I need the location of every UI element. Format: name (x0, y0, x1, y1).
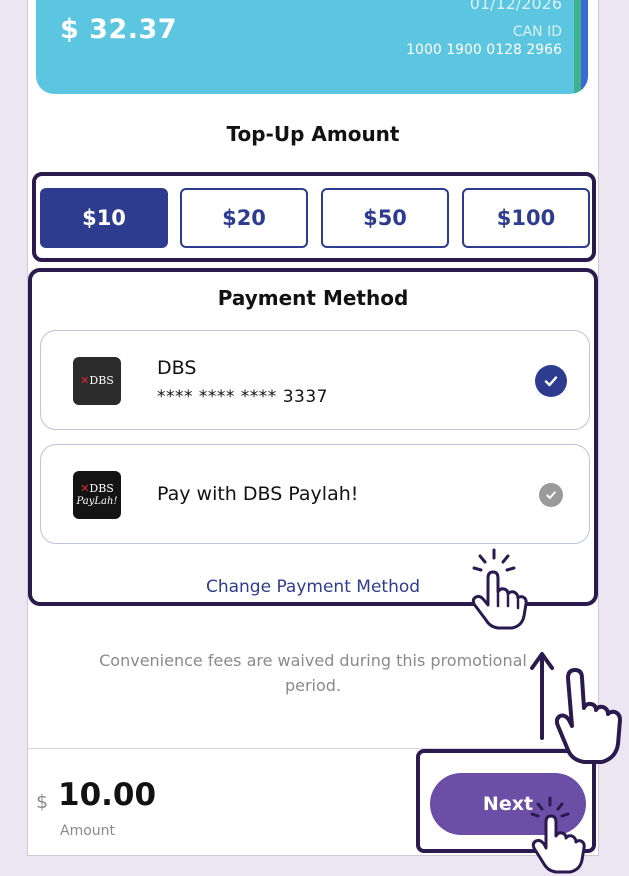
payment-option-paylah[interactable]: ✕DBS PayLah! Pay with DBS Paylah! (40, 444, 590, 544)
can-id-label: CAN ID (512, 24, 562, 40)
payment-option-name: DBS (157, 357, 197, 379)
tap-hand-icon (466, 548, 530, 632)
payment-option-card-number: **** **** **** 3337 (157, 387, 328, 407)
card-stripe (574, 0, 588, 94)
payment-option-name: Pay with DBS Paylah! (157, 483, 359, 505)
checkmark-unselected-icon (539, 483, 563, 507)
amount-button-10[interactable]: $10 (40, 188, 168, 248)
amount-options: $10 $20 $50 $100 (32, 172, 596, 262)
topup-title: Top-Up Amount (226, 122, 400, 146)
phone-screen: 01/12/2026 $ 32.37 CAN ID 1000 1900 0128… (27, 0, 599, 856)
card-balance: $ 32.37 (60, 14, 178, 45)
swipe-up-hand-icon (528, 648, 628, 768)
tap-next-hand-icon (528, 796, 588, 876)
currency-symbol: $ (36, 791, 49, 813)
amount-button-50[interactable]: $50 (321, 188, 449, 248)
total-amount: 10.00 (58, 777, 157, 813)
dbs-logo-icon: ✕DBS (73, 357, 121, 405)
amount-button-100[interactable]: $100 (462, 188, 590, 248)
paylah-logo-icon: ✕DBS PayLah! (73, 471, 121, 519)
checkmark-selected-icon (535, 365, 567, 397)
checkout-bar: $ 10.00 Amount Next (28, 748, 598, 855)
payment-method-title: Payment Method (217, 286, 409, 310)
payment-option-dbs[interactable]: ✕DBS DBS **** **** **** 3337 (40, 330, 590, 430)
card-date: 01/12/2026 (469, 0, 562, 13)
amount-label: Amount (60, 823, 116, 839)
card-summary: 01/12/2026 $ 32.37 CAN ID 1000 1900 0128… (36, 0, 588, 94)
amount-button-20[interactable]: $20 (180, 188, 308, 248)
convenience-fee-notice: Convenience fees are waived during this … (99, 651, 527, 695)
can-id-value: 1000 1900 0128 2966 (406, 42, 562, 58)
